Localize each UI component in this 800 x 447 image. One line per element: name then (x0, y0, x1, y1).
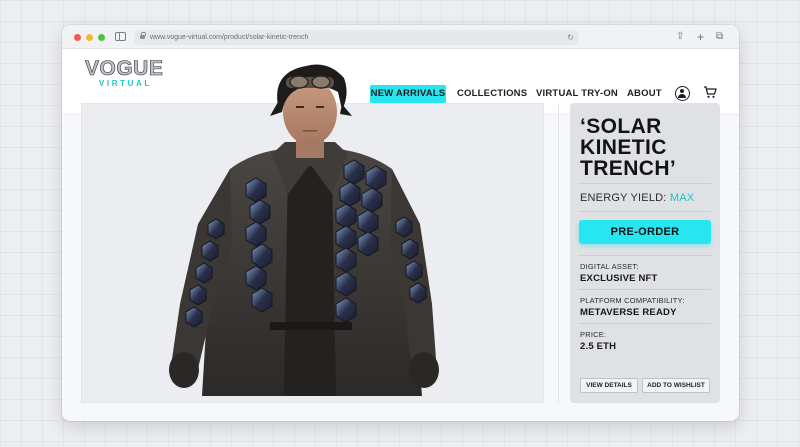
reload-icon[interactable]: ↻ (567, 30, 574, 45)
logo-subtitle: VIRTUAL (99, 79, 152, 88)
tabs-icon[interactable]: ⧉ (716, 30, 723, 44)
nav-about[interactable]: ABOUT (627, 85, 662, 103)
product-title-line-3: TRENCH’ (580, 157, 677, 180)
address-bar[interactable]: www.vogue-virtual.com/product/solar-kine… (134, 30, 579, 45)
spec-label-platform: PLATFORM COMPATIBILITY: (580, 296, 685, 305)
divider (578, 323, 711, 324)
logo-wordmark: VOGUE (85, 57, 164, 81)
product-title-line-2: KINETIC (580, 136, 667, 159)
close-window-button[interactable] (74, 34, 81, 41)
url-text: www.vogue-virtual.com/product/solar-kine… (150, 34, 309, 41)
energy-yield-value: MAX (669, 192, 695, 204)
spec-value-digital-asset: EXCLUSIVE NFT (580, 273, 658, 284)
divider (578, 183, 711, 184)
minimize-window-button[interactable] (86, 34, 93, 41)
spec-value-platform: METAVERSE READY (580, 307, 677, 318)
spec-value-price: 2.5 ETH (580, 341, 617, 352)
energy-yield: ENERGY YIELD: MAX (580, 192, 694, 204)
sidebar-icon[interactable] (115, 32, 126, 41)
divider (558, 103, 559, 403)
share-icon[interactable]: ⇧ (676, 30, 684, 44)
add-to-wishlist-button[interactable]: ADD TO WISHLIST (642, 378, 710, 393)
spec-label-price: PRICE: (580, 330, 607, 339)
divider (578, 211, 711, 212)
user-icon[interactable] (675, 86, 690, 101)
product-title-line-1: ‘SOLAR (580, 115, 662, 138)
divider (578, 255, 711, 256)
spec-label-digital-asset: DIGITAL ASSET: (580, 262, 639, 271)
product-info-card: ‘SOLAR KINETIC TRENCH’ ENERGY YIELD: MAX… (570, 103, 720, 403)
product-model-image (169, 64, 439, 396)
new-tab-icon[interactable]: + (697, 30, 704, 44)
cart-icon[interactable] (703, 85, 717, 99)
energy-yield-label: ENERGY YIELD: (580, 192, 667, 204)
nav-virtual-try-on[interactable]: VIRTUAL TRY-ON (536, 85, 618, 103)
divider (578, 289, 711, 290)
browser-toolbar: www.vogue-virtual.com/product/solar-kine… (62, 25, 739, 49)
lock-icon (140, 32, 146, 39)
nav-collections[interactable]: COLLECTIONS (457, 85, 527, 103)
view-details-button[interactable]: VIEW DETAILS (580, 378, 638, 393)
pre-order-button[interactable]: PRE-ORDER (579, 220, 711, 244)
maximize-window-button[interactable] (98, 34, 105, 41)
product-title: ‘SOLAR KINETIC TRENCH’ (580, 116, 715, 179)
